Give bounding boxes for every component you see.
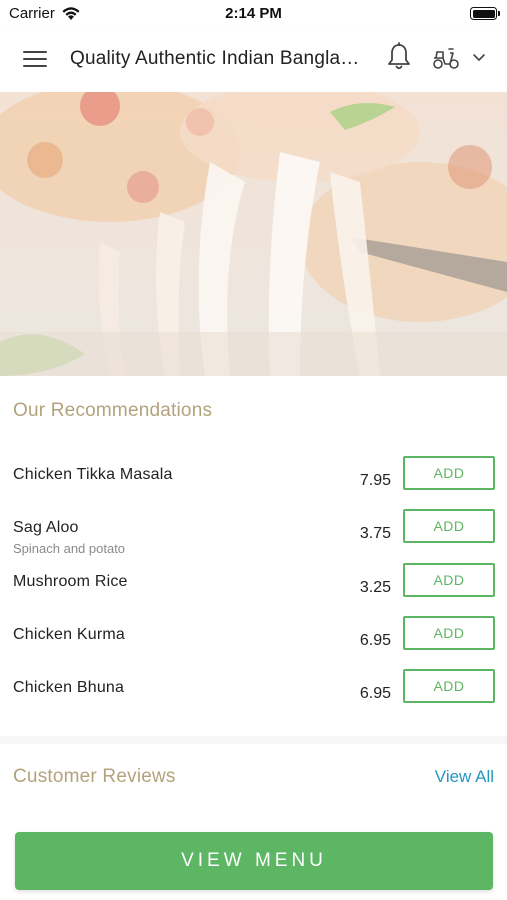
item-name: Mushroom Rice <box>13 573 128 590</box>
battery-icon <box>470 7 500 20</box>
item-description: Spinach and potato <box>13 541 126 556</box>
add-button[interactable]: ADD <box>403 616 495 650</box>
add-button[interactable]: ADD <box>403 563 495 597</box>
section-divider <box>0 736 507 744</box>
add-button[interactable]: ADD <box>403 669 495 703</box>
restaurant-title: Quality Authentic Indian Bangladeshi Cui… <box>70 48 362 69</box>
item-name: Sag Aloo <box>13 519 79 536</box>
item-name: Chicken Kurma <box>13 626 125 643</box>
item-price: 7.95 <box>359 472 391 489</box>
item-price: 3.75 <box>359 525 391 542</box>
item-name: Chicken Bhuna <box>13 679 125 696</box>
add-button[interactable]: ADD <box>403 456 495 490</box>
item-price: 3.25 <box>359 579 391 596</box>
item-name: Chicken Tikka Masala <box>13 466 173 483</box>
cheese-pizza-photo <box>0 92 507 376</box>
carrier-label: Carrier <box>9 5 55 22</box>
hero-image <box>0 92 507 376</box>
wifi-icon <box>62 7 80 20</box>
bell-icon[interactable] <box>386 42 412 72</box>
menu-item: Chicken Bhuna 6.95 ADD <box>0 669 507 729</box>
chevron-down-icon[interactable] <box>472 52 486 64</box>
app-header: Quality Authentic Indian Bangladeshi Cui… <box>0 26 507 92</box>
item-price: 6.95 <box>359 685 391 702</box>
view-all-reviews-link[interactable]: View All <box>435 767 494 787</box>
recommendations-title: Our Recommendations <box>13 400 213 421</box>
hamburger-menu-icon[interactable] <box>23 49 47 69</box>
reviews-title: Customer Reviews <box>13 766 176 787</box>
status-bar: Carrier 2:14 PM <box>0 0 507 26</box>
scooter-icon[interactable] <box>431 45 461 71</box>
item-price: 6.95 <box>359 632 391 649</box>
view-menu-button[interactable]: VIEW MENU <box>15 832 493 890</box>
menu-item: Sag Aloo Spinach and potato 3.75 ADD <box>0 509 507 569</box>
add-button[interactable]: ADD <box>403 509 495 543</box>
